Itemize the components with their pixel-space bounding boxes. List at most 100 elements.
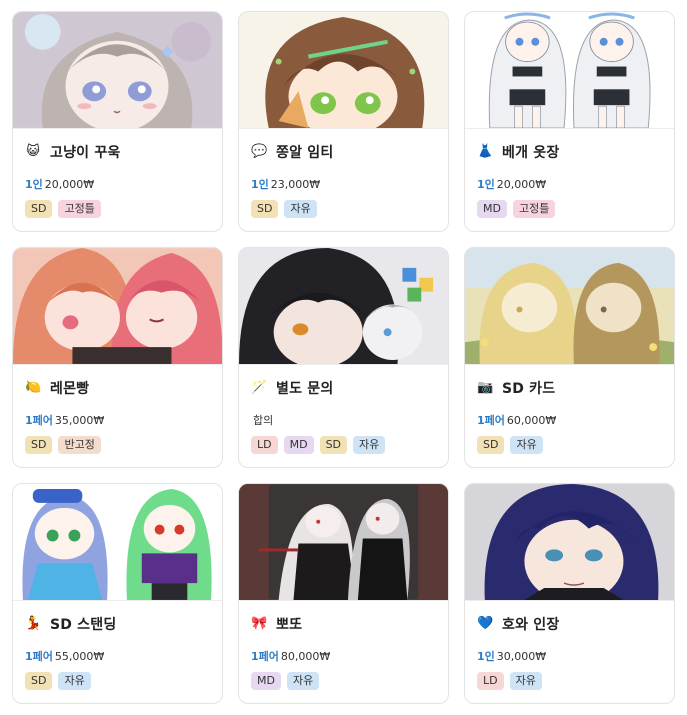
cat-icon: 😺: [26, 144, 40, 159]
tag-list: SD 자유: [251, 200, 317, 218]
product-title: 호와 인장: [502, 617, 560, 633]
product-thumbnail[interactable]: [239, 484, 448, 601]
product-grid: 😺 고냥이 꾸욱 1인 20,000₩ SD 고정틀 💬 쫑알 임티 1인 23…: [12, 11, 675, 704]
tag-badge: 자유: [509, 672, 542, 690]
product-title: SD 스탠딩: [50, 617, 117, 633]
tag-badge: MD: [477, 200, 507, 218]
product-thumbnail[interactable]: [465, 484, 674, 601]
price-unit: 1페어: [251, 650, 279, 663]
price-unit: 1인: [25, 178, 43, 191]
camera-icon: 📷: [477, 380, 494, 395]
price-row: 1인 20,000₩: [477, 176, 546, 192]
price-row: 1페어 35,000₩: [25, 412, 104, 428]
tag-badge: 자유: [284, 200, 317, 218]
tag-badge: 반고정: [58, 436, 101, 454]
card-title-row: 👗 베개 옷장: [477, 141, 559, 163]
tag-badge: MD: [283, 436, 314, 454]
product-thumbnail[interactable]: [13, 484, 222, 601]
tag-list: SD 자유: [477, 436, 543, 454]
tag-badge: LD: [477, 672, 504, 690]
tag-list: LD MD SD 자유: [251, 436, 386, 454]
product-card[interactable]: 💬 쫑알 임티 1인 23,000₩ SD 자유: [238, 11, 449, 232]
tag-badge: 고정틀: [512, 200, 556, 218]
blue-heart-icon: 💙: [477, 616, 494, 631]
tag-badge: 고정틀: [58, 200, 101, 218]
tag-list: SD 자유: [25, 672, 91, 690]
card-title-row: 💙 호와 인장: [477, 613, 559, 635]
price-row: 1인 20,000₩: [25, 176, 94, 192]
card-title-row: 💬 쫑알 임티: [251, 141, 333, 163]
tag-badge: SD: [25, 200, 53, 218]
product-thumbnail[interactable]: [465, 248, 674, 365]
price-value: 30,000₩: [496, 650, 547, 663]
price-value: 23,000₩: [270, 178, 321, 191]
tag-badge: SD: [25, 436, 53, 454]
product-card[interactable]: 💙 호와 인장 1인 30,000₩ LD 자유: [464, 483, 675, 704]
product-card[interactable]: 🍋 레몬빵 1페어 35,000₩ SD 반고정: [12, 247, 223, 468]
dress-icon: 👗: [477, 144, 494, 159]
magic-wand-icon: 🪄: [251, 380, 268, 395]
art-pair-gold: [465, 248, 674, 364]
product-thumbnail[interactable]: [13, 12, 222, 129]
product-title: 고냥이 꾸욱: [50, 145, 121, 161]
price-value: 60,000₩: [506, 414, 557, 427]
tag-badge: SD: [477, 436, 505, 454]
price-row: 1인 23,000₩: [251, 176, 320, 192]
tag-list: MD 자유: [251, 672, 320, 690]
price-row: 1페어 60,000₩: [477, 412, 556, 428]
product-card[interactable]: 😺 고냥이 꾸욱 1인 20,000₩ SD 고정틀: [12, 11, 223, 232]
art-gothic-pair: [239, 484, 448, 600]
tag-badge: 자유: [286, 672, 320, 690]
product-card[interactable]: 🪄 별도 문의 합의 LD MD SD 자유: [238, 247, 449, 468]
card-title-row: 🍋 레몬빵: [25, 377, 89, 399]
card-title-row: 💃 SD 스탠딩: [25, 613, 116, 635]
price-unit: 1인: [477, 650, 495, 663]
art-boy-brown: [239, 12, 448, 128]
tag-list: SD 반고정: [25, 436, 101, 454]
product-title: 별도 문의: [276, 381, 334, 397]
product-thumbnail[interactable]: [239, 12, 448, 129]
price-unit: 1페어: [25, 414, 53, 427]
product-thumbnail[interactable]: [13, 248, 222, 365]
price-row: 합의: [251, 412, 273, 428]
product-title: 뽀또: [276, 617, 303, 633]
product-card[interactable]: 👗 베개 옷장 1인 20,000₩ MD 고정틀: [464, 11, 675, 232]
price-unit: 1페어: [25, 650, 53, 663]
price-row: 1페어 80,000₩: [251, 648, 330, 664]
price-unit: 1페어: [477, 414, 505, 427]
product-title: 베개 옷장: [502, 145, 560, 161]
card-title-row: 📷 SD 카드: [477, 377, 555, 399]
price-value: 20,000₩: [496, 178, 547, 191]
tag-list: MD 고정틀: [477, 200, 556, 218]
art-chibi-blue-green: [13, 484, 222, 600]
card-title-row: 🪄 별도 문의: [251, 377, 333, 399]
product-title: 레몬빵: [50, 381, 90, 397]
tag-badge: MD: [251, 672, 281, 690]
price-value: 20,000₩: [44, 178, 95, 191]
dancer-icon: 💃: [25, 616, 42, 631]
tag-badge: 자유: [353, 436, 386, 454]
tag-badge: SD: [319, 436, 348, 454]
product-title: 쫑알 임티: [276, 145, 334, 161]
art-girl-lavender: [13, 12, 222, 128]
price-value: 55,000₩: [54, 650, 105, 663]
speech-bubble-icon: 💬: [251, 144, 268, 159]
product-thumbnail[interactable]: [239, 248, 448, 365]
ribbon-icon: 🎀: [251, 616, 268, 631]
art-twin-white: [465, 12, 674, 128]
card-title-row: 🎀 뽀또: [251, 613, 302, 635]
tag-badge: 자유: [58, 672, 91, 690]
product-card[interactable]: 📷 SD 카드 1페어 60,000₩ SD 자유: [464, 247, 675, 468]
product-card[interactable]: 💃 SD 스탠딩 1페어 55,000₩ SD 자유: [12, 483, 223, 704]
price-unit: 1인: [251, 178, 269, 191]
price-row: 1페어 55,000₩: [25, 648, 104, 664]
art-dark-hair: [239, 248, 448, 364]
price-value: 80,000₩: [280, 650, 331, 663]
price-row: 1인 30,000₩: [477, 648, 546, 664]
product-card[interactable]: 🎀 뽀또 1페어 80,000₩ MD 자유: [238, 483, 449, 704]
price-value: 35,000₩: [54, 414, 105, 427]
product-title: SD 카드: [502, 381, 556, 397]
product-thumbnail[interactable]: [465, 12, 674, 129]
tag-list: LD 자유: [477, 672, 542, 690]
card-title-row: 😺 고냥이 꾸욱: [25, 141, 120, 163]
